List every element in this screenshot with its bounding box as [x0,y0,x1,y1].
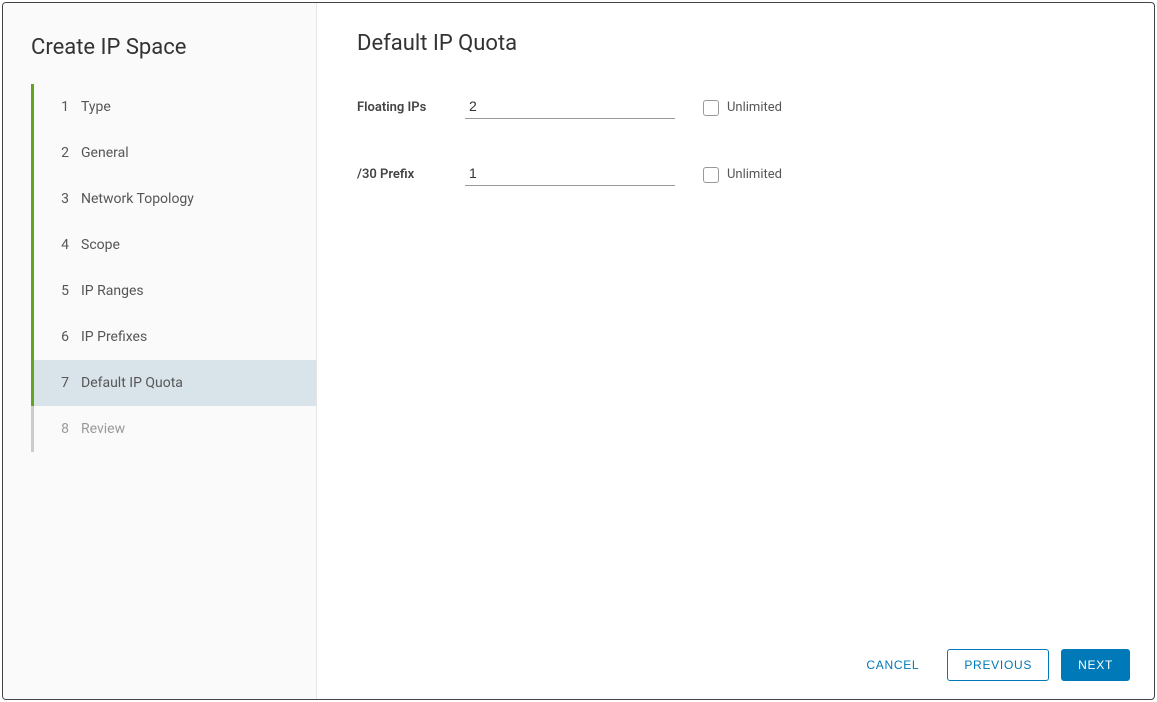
step-number: 2 [49,145,69,161]
step-number: 8 [49,421,69,437]
step-number: 4 [49,237,69,253]
wizard-sidebar: Create IP Space 1 Type 2 General 3 Netwo… [3,3,317,699]
step-ip-ranges[interactable]: 5 IP Ranges [31,268,316,314]
dialog-body: Create IP Space 1 Type 2 General 3 Netwo… [3,3,1154,699]
step-label: Default IP Quota [81,375,183,391]
floating-ips-input[interactable] [465,96,675,119]
floating-ips-unlimited-checkbox[interactable]: Unlimited [703,100,782,116]
step-label: General [81,145,129,161]
floating-ips-label: Floating IPs [357,100,465,115]
prefix-30-unlimited-checkbox[interactable]: Unlimited [703,167,782,183]
prefix-30-row: /30 Prefix Unlimited [357,163,1114,186]
step-general[interactable]: 2 General [31,130,316,176]
next-button[interactable]: Next [1061,649,1130,681]
create-ip-space-dialog: Create IP Space 1 Type 2 General 3 Netwo… [2,2,1155,700]
step-number: 3 [49,191,69,207]
step-label: Scope [81,237,120,253]
cancel-button[interactable]: Cancel [850,650,935,680]
step-number: 5 [49,283,69,299]
prefix-30-label: /30 Prefix [357,167,465,182]
floating-ips-row: Floating IPs Unlimited [357,96,1114,119]
wizard-title: Create IP Space [3,27,316,84]
checkbox-icon [703,167,719,183]
step-label: Type [81,99,111,115]
wizard-steps: 1 Type 2 General 3 Network Topology 4 Sc… [3,84,316,452]
checkbox-label: Unlimited [727,167,782,182]
step-review: 8 Review [31,406,316,452]
step-number: 1 [49,99,69,115]
step-label: Network Topology [81,191,194,207]
step-number: 6 [49,329,69,345]
dialog-footer: Cancel Previous Next [317,631,1154,699]
step-scope[interactable]: 4 Scope [31,222,316,268]
step-ip-prefixes[interactable]: 6 IP Prefixes [31,314,316,360]
main-panel: Default IP Quota Floating IPs Unlimited … [317,3,1154,699]
checkbox-icon [703,100,719,116]
step-label: IP Ranges [81,283,144,299]
step-label: IP Prefixes [81,329,147,345]
checkbox-label: Unlimited [727,100,782,115]
step-network-topology[interactable]: 3 Network Topology [31,176,316,222]
step-number: 7 [49,375,69,391]
step-type[interactable]: 1 Type [31,84,316,130]
previous-button[interactable]: Previous [947,649,1049,681]
step-default-ip-quota[interactable]: 7 Default IP Quota [31,360,316,406]
step-label: Review [81,421,125,437]
page-title: Default IP Quota [357,31,1114,56]
content-area: Default IP Quota Floating IPs Unlimited … [317,3,1154,631]
prefix-30-input[interactable] [465,163,675,186]
